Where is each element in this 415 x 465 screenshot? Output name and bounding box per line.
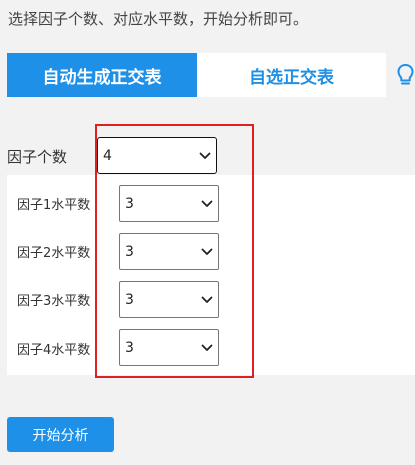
factor-1-level-value: 3 [125, 195, 134, 212]
tab-custom-select-label: 自选正交表 [249, 67, 334, 88]
chevron-down-icon [199, 152, 211, 159]
lightbulb-icon[interactable] [396, 63, 415, 89]
chevron-down-icon [201, 296, 213, 303]
factor-count-value: 4 [103, 147, 112, 164]
tab-custom-select[interactable]: 自选正交表 [197, 53, 386, 97]
factor-3-level-label: 因子3水平数 [17, 294, 91, 309]
tab-auto-generate-label: 自动生成正交表 [42, 67, 162, 88]
chevron-down-icon [201, 248, 213, 255]
start-analysis-button[interactable]: 开始分析 [7, 417, 114, 452]
tab-auto-generate[interactable]: 自动生成正交表 [7, 53, 197, 97]
chevron-down-icon [201, 200, 213, 207]
chevron-down-icon [201, 344, 213, 351]
instruction-text: 选择因子个数、对应水平数，开始分析即可。 [8, 10, 309, 28]
factor-2-level-value: 3 [125, 243, 134, 260]
mode-tabs: 自动生成正交表 自选正交表 [7, 53, 386, 97]
factor-1-level-select[interactable]: 3 [119, 185, 219, 222]
factor-3-level-value: 3 [125, 291, 134, 308]
factor-1-level-label: 因子1水平数 [17, 198, 91, 213]
factor-2-level-select[interactable]: 3 [119, 233, 219, 270]
factor-count-select[interactable]: 4 [97, 137, 217, 174]
factor-count-label: 因子个数 [7, 148, 68, 166]
factor-3-level-select[interactable]: 3 [119, 281, 219, 318]
factor-4-level-value: 3 [125, 339, 134, 356]
factor-2-level-label: 因子2水平数 [17, 246, 91, 261]
factor-4-level-select[interactable]: 3 [119, 329, 219, 366]
factor-4-level-label: 因子4水平数 [17, 343, 91, 358]
